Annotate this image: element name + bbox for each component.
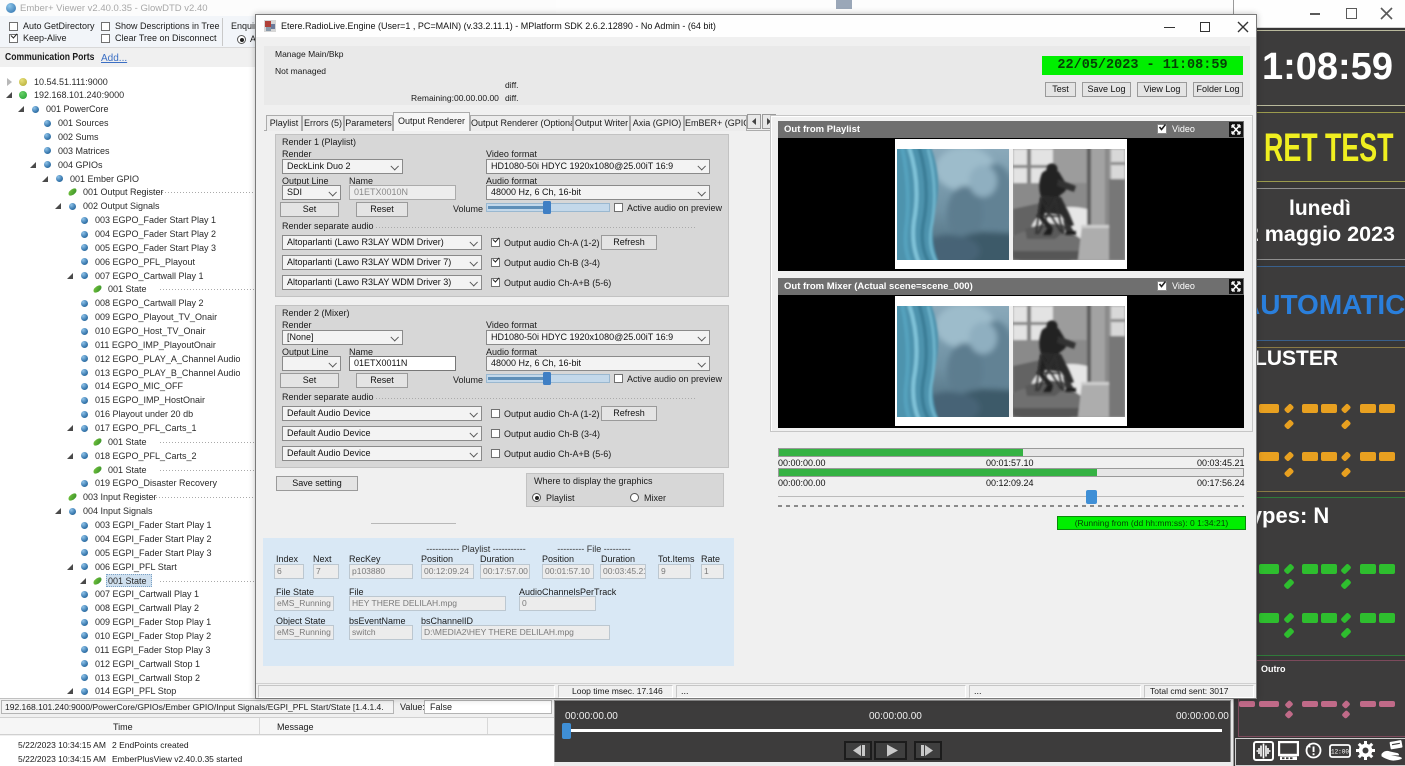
svg-text:12:00: 12:00 <box>1331 749 1349 756</box>
